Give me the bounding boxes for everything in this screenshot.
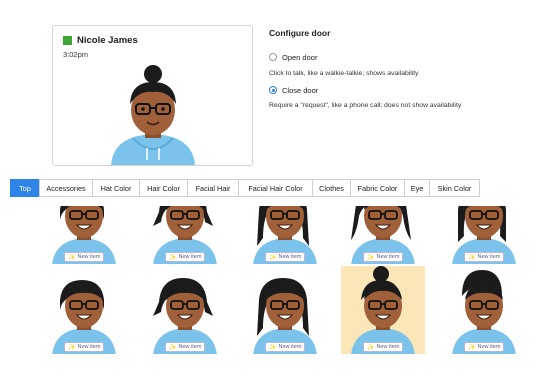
new-item-badge: ✨ New item <box>464 342 505 352</box>
tab-facial-hair[interactable]: Facial Hair <box>187 179 239 197</box>
sparkle-icon: ✨ <box>468 254 476 261</box>
avatar-option-tile[interactable]: ✨ New item <box>243 266 327 354</box>
tab-eye[interactable]: Eye <box>404 179 430 197</box>
new-item-label: New item <box>77 344 101 350</box>
new-item-label: New item <box>376 254 400 260</box>
tab-top[interactable]: Top <box>10 179 40 197</box>
avatar-option-tile[interactable]: ✨ New item <box>341 206 425 264</box>
sparkle-icon: ✨ <box>169 254 177 261</box>
new-item-label: New item <box>278 344 302 350</box>
avatar-option-tile[interactable]: ✨ New item <box>143 206 227 264</box>
open-door-label[interactable]: Open door <box>282 53 317 62</box>
sparkle-icon: ✨ <box>68 254 76 261</box>
tab-hat-color[interactable]: Hat Color <box>92 179 140 197</box>
sparkle-icon: ✨ <box>169 344 177 351</box>
avatar-options-grid: ✨ New item ✨ New item ✨ New item ✨ New item ✨ New… <box>0 206 550 381</box>
tab-clothes[interactable]: Clothes <box>312 179 351 197</box>
avatar-option-tile[interactable]: ✨ New item <box>442 206 526 264</box>
avatar-preview <box>111 65 195 165</box>
close-door-description: Require a "request", like a phone call; … <box>269 102 462 109</box>
sparkle-icon: ✨ <box>269 344 277 351</box>
new-item-badge: ✨ New item <box>265 342 306 352</box>
tab-accessories[interactable]: Accessories <box>39 179 93 197</box>
new-item-badge: ✨ New item <box>165 252 206 262</box>
close-door-label[interactable]: Close door <box>282 86 318 95</box>
sparkle-icon: ✨ <box>68 344 76 351</box>
presence-indicator-icon <box>63 36 72 45</box>
avatar-option-tile[interactable]: ✨ New item <box>42 266 126 354</box>
new-item-badge: ✨ New item <box>363 342 404 352</box>
tab-facial-hair-color[interactable]: Facial Hair Color <box>238 179 313 197</box>
new-item-badge: ✨ New item <box>64 252 105 262</box>
sparkle-icon: ✨ <box>367 254 375 261</box>
avatar-option-tile[interactable]: ✨ New item <box>42 206 126 264</box>
tab-hair-color[interactable]: Hair Color <box>139 179 188 197</box>
new-item-label: New item <box>178 254 202 260</box>
profile-time: 3:02pm <box>63 50 89 59</box>
avatar-variant-image <box>351 266 415 354</box>
new-item-label: New item <box>477 344 501 350</box>
avatar-variant-image <box>253 278 317 354</box>
new-item-badge: ✨ New item <box>165 342 206 352</box>
close-door-radio[interactable] <box>269 86 277 94</box>
profile-name-row: Nicole James <box>63 35 138 46</box>
open-door-description: Click to talk, like a walkie-talkie; sho… <box>269 70 419 77</box>
new-item-label: New item <box>178 344 202 350</box>
sparkle-icon: ✨ <box>367 344 375 351</box>
new-item-badge: ✨ New item <box>64 342 105 352</box>
profile-preview-card: Nicole James 3:02pm <box>52 25 253 166</box>
new-item-badge: ✨ New item <box>265 252 306 262</box>
avatar-option-tile[interactable]: ✨ New item <box>243 206 327 264</box>
new-item-label: New item <box>278 254 302 260</box>
profile-name: Nicole James <box>77 35 138 46</box>
new-item-label: New item <box>77 254 101 260</box>
new-item-badge: ✨ New item <box>464 252 505 262</box>
open-door-radio[interactable] <box>269 53 277 61</box>
avatar-variant-image <box>153 278 217 354</box>
avatar-option-tile[interactable]: ✨ New item <box>442 266 526 354</box>
tab-skin-color[interactable]: Skin Color <box>429 179 480 197</box>
tab-fabric-color[interactable]: Fabric Color <box>350 179 405 197</box>
new-item-label: New item <box>477 254 501 260</box>
sparkle-icon: ✨ <box>468 344 476 351</box>
avatar-option-tile[interactable]: ✨ New item <box>143 266 227 354</box>
new-item-label: New item <box>376 344 400 350</box>
new-item-badge: ✨ New item <box>363 252 404 262</box>
customization-tabs: Top Accessories Hat Color Hair Color Fac… <box>10 179 480 197</box>
avatar-option-tile[interactable]: ✨ New item <box>341 266 425 354</box>
configure-door-title: Configure door <box>269 28 331 38</box>
sparkle-icon: ✨ <box>269 254 277 261</box>
avatar-variant-image <box>52 280 116 354</box>
avatar-variant-image <box>452 270 516 354</box>
